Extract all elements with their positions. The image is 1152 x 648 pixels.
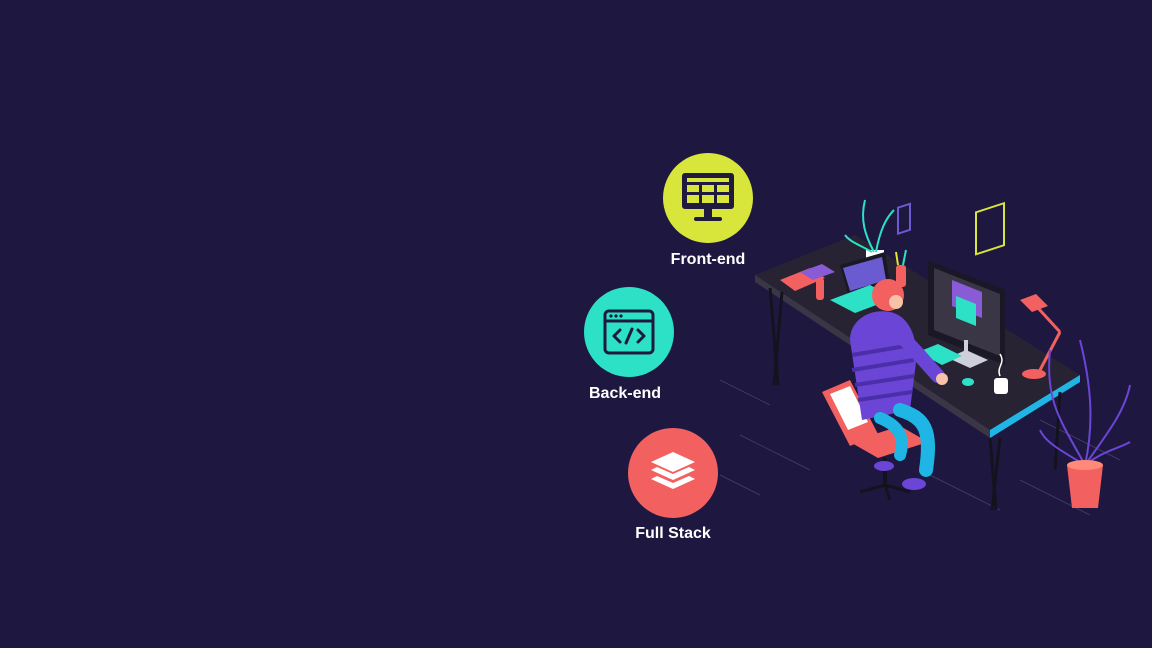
developer-at-desk-illustration	[719, 199, 1131, 516]
layers-stack-icon	[651, 452, 695, 489]
hero-stage: Front-end Back-end Full Stack	[0, 0, 1152, 648]
backend-badge	[584, 287, 674, 377]
code-window-icon	[603, 309, 655, 355]
backend-label: Back-end	[588, 385, 662, 402]
fullstack-label: Full Stack	[635, 525, 711, 542]
